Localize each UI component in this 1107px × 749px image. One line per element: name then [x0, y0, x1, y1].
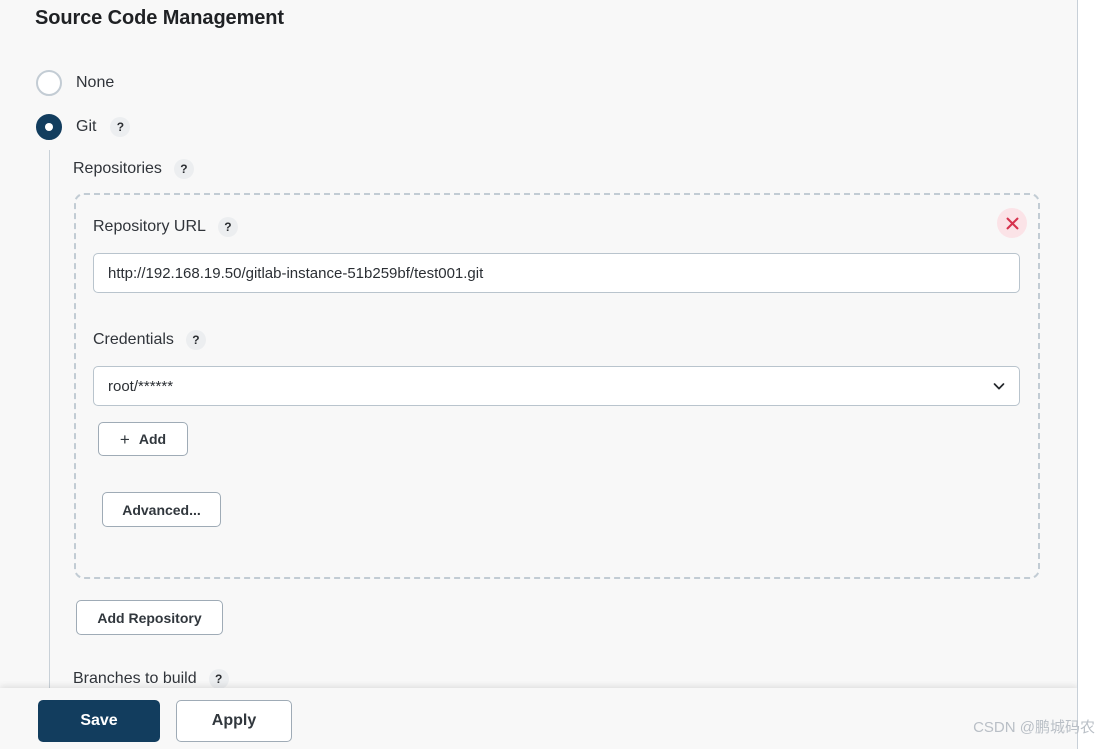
repository-url-label: Repository URL ?	[93, 217, 238, 237]
page-title: Source Code Management	[35, 7, 284, 30]
help-icon-git[interactable]: ?	[110, 117, 130, 137]
watermark: CSDN @鹏城码农	[973, 716, 1095, 737]
add-repository-button[interactable]: Add Repository	[76, 600, 223, 635]
credentials-label: Credentials ?	[93, 330, 206, 350]
credentials-select-box[interactable]: root/******	[93, 366, 1020, 406]
advanced-button[interactable]: Advanced...	[102, 492, 221, 527]
add-repository-label: Add Repository	[97, 610, 201, 626]
scm-option-git-label: Git	[76, 118, 96, 136]
radio-git[interactable]	[36, 114, 62, 140]
apply-button[interactable]: Apply	[176, 700, 292, 742]
add-credentials-label: Add	[139, 431, 166, 447]
scm-option-none[interactable]: None	[36, 70, 114, 96]
credentials-selected-value: root/******	[108, 378, 173, 395]
credentials-label-text: Credentials	[93, 331, 174, 349]
help-icon-repository-url[interactable]: ?	[218, 217, 238, 237]
credentials-select[interactable]: root/******	[93, 366, 1020, 406]
indent-guide-line	[49, 150, 50, 688]
action-bar: Save Apply	[0, 688, 1078, 749]
plus-icon: +	[120, 431, 130, 448]
scm-option-none-label: None	[76, 74, 114, 92]
help-icon-branches[interactable]: ?	[209, 669, 229, 689]
delete-repository-button[interactable]	[997, 208, 1027, 238]
app-root: Source Code Management None Git ? Reposi…	[0, 0, 1107, 749]
repository-url-label-text: Repository URL	[93, 218, 206, 236]
close-icon	[1006, 217, 1019, 230]
advanced-label: Advanced...	[122, 502, 201, 518]
help-icon-credentials[interactable]: ?	[186, 330, 206, 350]
repositories-section-label: Repositories ?	[73, 159, 194, 179]
add-credentials-button[interactable]: + Add	[98, 422, 188, 456]
radio-none[interactable]	[36, 70, 62, 96]
branches-to-build-label-text: Branches to build	[73, 670, 197, 688]
scm-option-git[interactable]: Git ?	[36, 114, 130, 140]
save-button[interactable]: Save	[38, 700, 160, 742]
branches-to-build-label: Branches to build ?	[73, 669, 229, 689]
config-panel: Source Code Management None Git ? Reposi…	[0, 0, 1078, 749]
help-icon-repositories[interactable]: ?	[174, 159, 194, 179]
repositories-label-text: Repositories	[73, 160, 162, 178]
repository-url-input[interactable]	[93, 253, 1020, 293]
